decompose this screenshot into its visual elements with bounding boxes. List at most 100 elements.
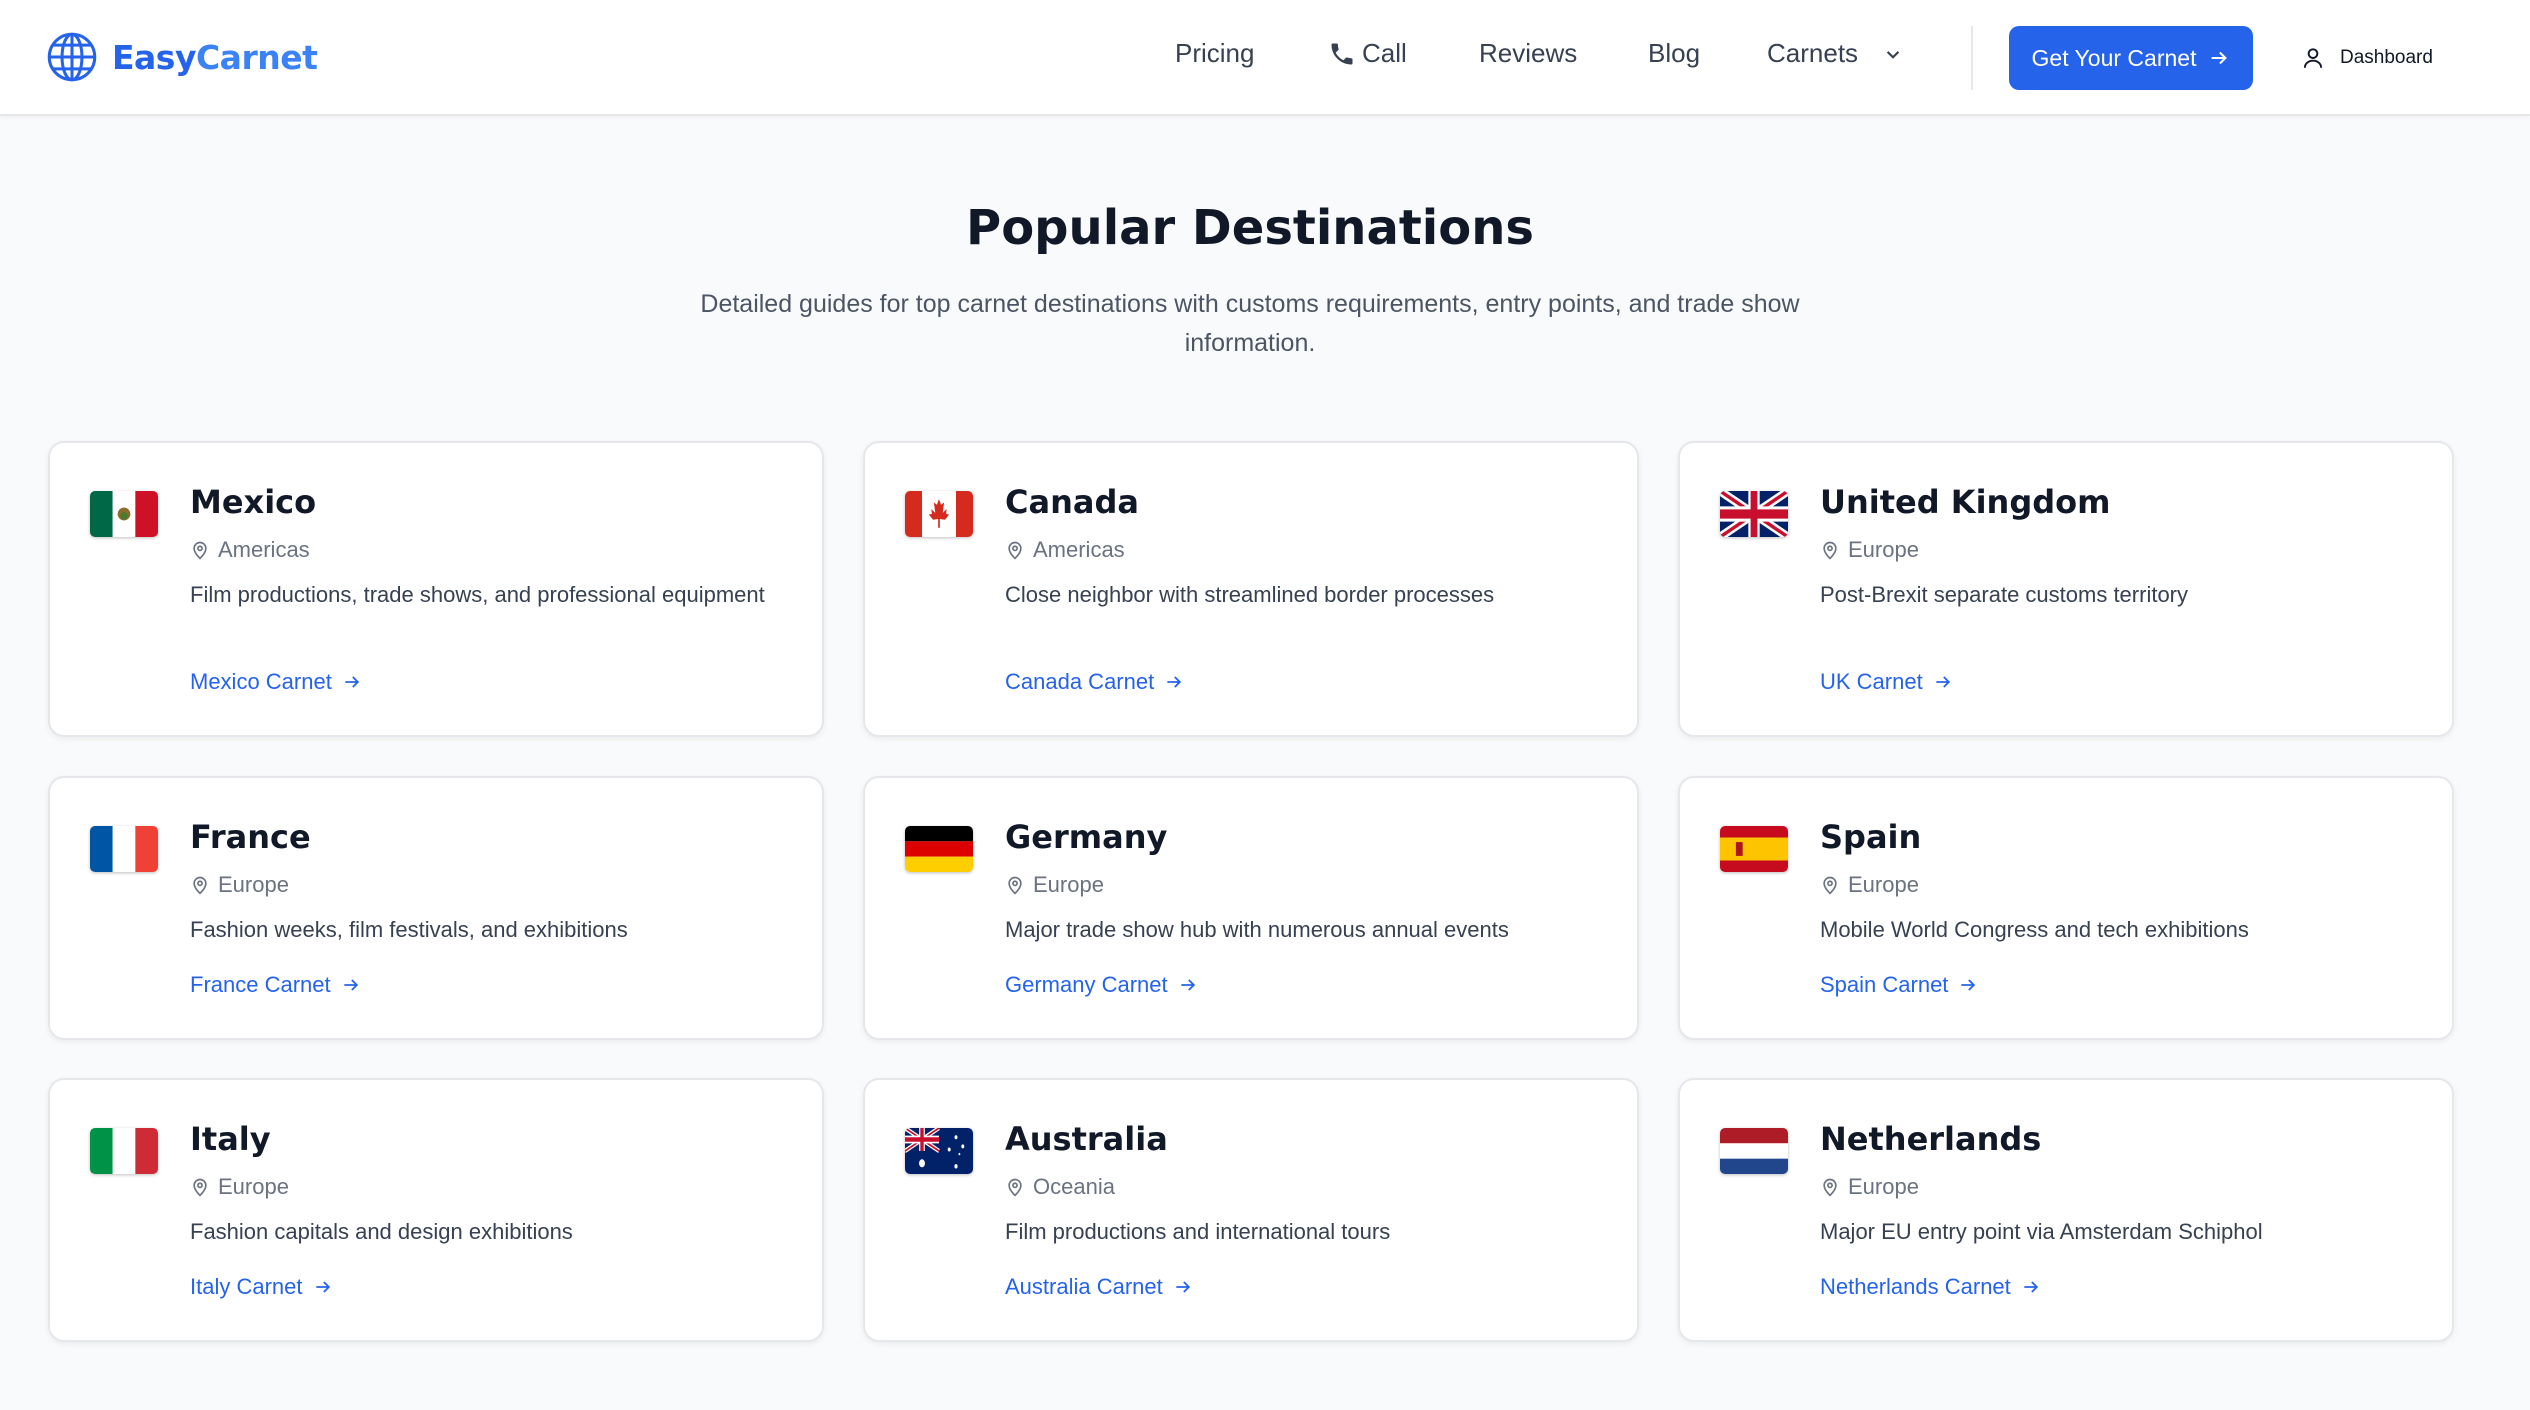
destination-carnet-link[interactable]: Netherlands Carnet: [1820, 1274, 2041, 1300]
destination-link-label: Italy Carnet: [190, 1274, 303, 1299]
nav-reviews[interactable]: Reviews: [1479, 38, 1577, 69]
destination-description: Fashion weeks, film festivals, and exhib…: [190, 917, 628, 942]
destination-description: Film productions, trade shows, and profe…: [190, 582, 765, 607]
destination-name: France: [190, 818, 311, 856]
page-subtitle: Detailed guides for top carnet destinati…: [700, 290, 1800, 357]
nav-blog-label: Blog: [1648, 38, 1701, 68]
arrow-right-icon: [1961, 979, 1976, 991]
destination-description: Post-Brexit separate customs territory: [1820, 582, 2189, 607]
destination-region: Oceania: [1005, 1174, 1115, 1200]
dashboard-label: Dashboard: [2340, 47, 2433, 68]
arrow-right-icon: [2212, 51, 2228, 65]
destination-name: Australia: [1005, 1120, 1168, 1158]
destination-region: Europe: [1820, 537, 1919, 563]
arrow-right-icon: [1176, 1281, 1190, 1293]
destination-link-label: Germany Carnet: [1005, 972, 1168, 997]
arrow-right-icon: [1167, 676, 1182, 688]
destination-region: Europe: [1005, 872, 1104, 898]
italy-flag: [90, 1128, 158, 1174]
destination-card[interactable]: Netherlands Europe Major EU entry point vi…: [1678, 1078, 2454, 1342]
logo-text: EasyCarnet: [112, 37, 318, 77]
map-pin-icon: [193, 1178, 207, 1197]
nav-divider: [1971, 26, 1973, 90]
destination-description: Film productions and international tours: [1005, 1219, 1391, 1244]
user-icon: [2303, 48, 2323, 68]
dashboard-link[interactable]: Dashboard: [2300, 40, 2433, 76]
arrow-right-icon: [315, 1281, 330, 1293]
destination-region-label: Europe: [1848, 537, 1919, 562]
destination-card[interactable]: Germany Europe Major trade show hub with n…: [863, 776, 1639, 1040]
destination-carnet-link[interactable]: UK Carnet: [1820, 669, 1953, 695]
destination-name: Italy: [190, 1120, 271, 1158]
destination-region: Europe: [190, 872, 289, 898]
destination-region-label: Europe: [1033, 872, 1104, 897]
nav-pricing-label: Pricing: [1175, 38, 1255, 68]
destination-name: Canada: [1005, 483, 1139, 521]
nav-blog[interactable]: Blog: [1648, 38, 1700, 69]
get-your-carnet-button[interactable]: Get Your Carnet: [2009, 26, 2253, 90]
nav-carnets-label: Carnets: [1767, 38, 1859, 68]
destination-card[interactable]: Canada Americas Close neighbor with stream…: [863, 441, 1639, 737]
destination-card[interactable]: France Europe Fashion weeks, film festival…: [48, 776, 824, 1040]
map-pin-icon: [1823, 1178, 1837, 1197]
destination-description: Major EU entry point via Amsterdam Schip…: [1820, 1219, 2263, 1244]
uk-flag: [1720, 491, 1788, 537]
destination-region-label: Europe: [1848, 872, 1919, 897]
destination-carnet-link[interactable]: Canada Carnet: [1005, 669, 1184, 695]
nav-reviews-label: Reviews: [1479, 38, 1578, 68]
spain-flag: [1720, 826, 1788, 872]
destination-card[interactable]: Australia Oceania Film productions and int…: [863, 1078, 1639, 1342]
france-flag: [90, 826, 158, 872]
arrow-right-icon: [345, 676, 359, 688]
destination-region-label: Oceania: [1033, 1174, 1115, 1199]
phone-icon: [1331, 43, 1353, 64]
germany-flag: [905, 826, 973, 872]
destination-region-label: Americas: [1033, 537, 1125, 562]
destination-link-label: Australia Carnet: [1005, 1274, 1163, 1299]
destination-region-label: Europe: [1848, 1174, 1919, 1199]
page-title: Popular Destinations: [966, 200, 1534, 256]
destination-carnet-link[interactable]: Mexico Carnet: [190, 669, 362, 695]
chevron-down-icon: [1886, 50, 1900, 59]
destination-card[interactable]: Mexico Americas Film productions, trade sh…: [48, 441, 824, 737]
mexico-flag: [90, 491, 158, 537]
nav-pricing[interactable]: Pricing: [1175, 38, 1254, 69]
australia-flag: [905, 1128, 973, 1174]
arrow-right-icon: [2024, 1281, 2038, 1293]
map-pin-icon: [1823, 541, 1837, 560]
destination-carnet-link[interactable]: Australia Carnet: [1005, 1274, 1193, 1300]
site-header: EasyCarnet Pricing Call Reviews Blog Car…: [0, 0, 2530, 116]
destination-card[interactable]: Italy Europe Fashion capitals and design e…: [48, 1078, 824, 1342]
destination-region-label: Americas: [218, 537, 310, 562]
destination-link-label: Canada Carnet: [1005, 669, 1155, 694]
logo-text-carnet: Carnet: [195, 37, 318, 77]
destination-region: Americas: [1005, 537, 1125, 563]
destination-name: United Kingdom: [1820, 483, 2111, 521]
destination-card[interactable]: United Kingdom Europe Post-Brexit separate…: [1678, 441, 2454, 737]
destination-link-label: France Carnet: [190, 972, 331, 997]
nav-call[interactable]: Call: [1328, 38, 1407, 69]
destination-carnet-link[interactable]: Spain Carnet: [1820, 972, 1978, 998]
destination-carnet-link[interactable]: Italy Carnet: [190, 1274, 333, 1300]
destination-card[interactable]: Spain Europe Mobile World Congress and tec…: [1678, 776, 2454, 1040]
arrow-right-icon: [343, 979, 358, 991]
destination-region: Europe: [190, 1174, 289, 1200]
destination-name: Germany: [1005, 818, 1168, 856]
destination-region-label: Europe: [218, 872, 289, 897]
destination-region: Europe: [1820, 872, 1919, 898]
cta-label: Get Your Carnet: [2031, 44, 2197, 71]
logo[interactable]: EasyCarnet: [46, 30, 318, 84]
logo-text-easy: Easy: [112, 37, 196, 77]
destination-description: Fashion capitals and design exhibitions: [190, 1219, 573, 1244]
nav-carnets-dropdown[interactable]: Carnets: [1767, 38, 1906, 69]
nav-call-label: Call: [1362, 38, 1407, 68]
destination-description: Major trade show hub with numerous annua…: [1005, 917, 1509, 942]
arrow-right-icon: [1180, 979, 1195, 991]
map-pin-icon: [1008, 541, 1022, 560]
destination-description: Close neighbor with streamlined border p…: [1005, 582, 1495, 607]
destination-carnet-link[interactable]: France Carnet: [190, 972, 361, 998]
canada-flag: [905, 491, 973, 537]
destination-region: Europe: [1820, 1174, 1919, 1200]
destination-carnet-link[interactable]: Germany Carnet: [1005, 972, 1198, 998]
destination-region: Americas: [190, 537, 310, 563]
